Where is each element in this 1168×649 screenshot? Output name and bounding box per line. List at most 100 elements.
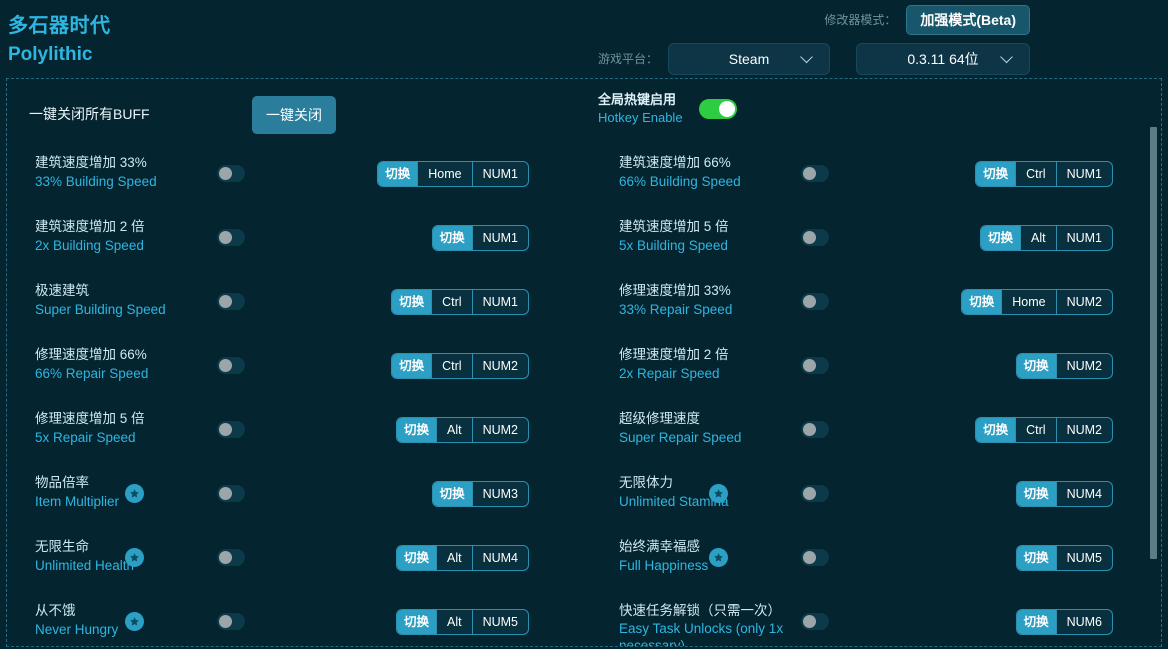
hotkey-action-label[interactable]: 切换	[976, 418, 1015, 442]
platform-select[interactable]: Steam	[668, 43, 830, 75]
cheat-item-toggle[interactable]	[217, 485, 245, 502]
cheat-item-hotkey[interactable]: 切换HomeNUM1	[377, 161, 529, 187]
cheat-item-label-en: 2x Building Speed	[35, 236, 145, 255]
cheat-item-hotkey[interactable]: 切换CtrlNUM2	[391, 353, 529, 379]
hotkey-segment[interactable]: Alt	[436, 418, 472, 442]
cheat-item-toggle[interactable]	[217, 421, 245, 438]
hotkey-segment[interactable]: NUM1	[472, 162, 528, 186]
cheat-item-toggle[interactable]	[217, 165, 245, 182]
hotkey-segment[interactable]: NUM2	[472, 354, 528, 378]
hotkey-action-label[interactable]: 切换	[397, 546, 436, 570]
cheat-item-hotkey[interactable]: 切换NUM3	[432, 481, 529, 507]
cheat-item-hotkey[interactable]: 切换AltNUM2	[396, 417, 529, 443]
cheat-item-hotkey[interactable]: 切换AltNUM1	[980, 225, 1113, 251]
star-badge-icon	[125, 484, 144, 503]
hotkey-segment[interactable]: NUM2	[1056, 418, 1112, 442]
cheat-item-label-cn: 超级修理速度	[619, 409, 741, 428]
cheat-item-hotkey[interactable]: 切换CtrlNUM2	[975, 417, 1113, 443]
cheat-item-hotkey[interactable]: 切换CtrlNUM1	[391, 289, 529, 315]
cheat-item-toggle[interactable]	[801, 613, 829, 630]
cheat-item-toggle[interactable]	[217, 229, 245, 246]
hotkey-segment[interactable]: Home	[1001, 290, 1055, 314]
platform-label: 游戏平台：	[598, 50, 658, 67]
hotkey-segment[interactable]: NUM2	[472, 418, 528, 442]
hotkey-action-label[interactable]: 切换	[1017, 354, 1056, 378]
hotkey-segment[interactable]: NUM4	[472, 546, 528, 570]
cheat-item-toggle[interactable]	[801, 229, 829, 246]
hotkey-segment[interactable]: Ctrl	[431, 290, 471, 314]
hotkey-segment[interactable]: Alt	[436, 546, 472, 570]
hotkey-action-label[interactable]: 切换	[433, 226, 472, 250]
cheat-item-hotkey[interactable]: 切换NUM5	[1016, 545, 1113, 571]
hotkey-segment[interactable]: NUM6	[1056, 610, 1112, 634]
platform-row: 游戏平台： Steam 0.3.11 64位	[550, 39, 1030, 78]
hotkey-segment[interactable]: NUM5	[472, 610, 528, 634]
hotkey-enable-toggle[interactable]	[699, 99, 737, 119]
cheat-item-hotkey[interactable]: 切换NUM4	[1016, 481, 1113, 507]
cheat-item: 建筑速度增加 5 倍5x Building Speed切换AltNUM1	[591, 207, 1161, 271]
hotkey-segment[interactable]: Ctrl	[1015, 162, 1055, 186]
hotkey-segment[interactable]: NUM2	[1056, 290, 1112, 314]
cheat-item-hotkey[interactable]: 切换CtrlNUM1	[975, 161, 1113, 187]
hotkey-segment[interactable]: NUM5	[1056, 546, 1112, 570]
vertical-scrollbar[interactable]	[1150, 127, 1157, 559]
cheat-item-toggle[interactable]	[217, 357, 245, 374]
cheat-item-toggle[interactable]	[801, 485, 829, 502]
cheat-item-hotkey[interactable]: 切换NUM6	[1016, 609, 1113, 635]
hotkey-segment[interactable]: NUM3	[472, 482, 528, 506]
cheat-item-label-cn: 快速任务解锁（只需一次）	[619, 601, 819, 620]
cheat-item-hotkey[interactable]: 切换HomeNUM2	[961, 289, 1113, 315]
all-off-button[interactable]: 一键关闭	[252, 96, 336, 134]
hotkey-segment[interactable]: NUM2	[1056, 354, 1112, 378]
version-select[interactable]: 0.3.11 64位	[856, 43, 1030, 75]
hotkey-action-label[interactable]: 切换	[976, 162, 1015, 186]
cheat-item-label-en: 66% Repair Speed	[35, 364, 148, 383]
cheat-item-labels: 修理速度增加 5 倍5x Repair Speed	[35, 409, 145, 447]
hotkey-segment[interactable]: NUM4	[1056, 482, 1112, 506]
hotkey-action-label[interactable]: 切换	[981, 226, 1020, 250]
cheat-item: 修理速度增加 2 倍2x Repair Speed 切换NUM2	[591, 335, 1161, 399]
mode-button[interactable]: 加强模式(Beta)	[906, 5, 1030, 35]
cheat-item-toggle[interactable]	[217, 613, 245, 630]
hotkey-action-label[interactable]: 切换	[392, 290, 431, 314]
cheat-item-labels: 从不饿Never Hungry	[35, 601, 118, 639]
hotkey-action-label[interactable]: 切换	[397, 610, 436, 634]
cheat-item-label-en: 5x Building Speed	[619, 236, 729, 255]
hotkey-action-label[interactable]: 切换	[392, 354, 431, 378]
cheat-item-toggle[interactable]	[217, 293, 245, 310]
cheat-item: 修理速度增加 33%33% Repair Speed切换HomeNUM2	[591, 271, 1161, 335]
hotkey-segment[interactable]: NUM1	[472, 226, 528, 250]
cheat-item-labels: 修理速度增加 2 倍2x Repair Speed	[619, 345, 729, 383]
hotkey-action-label[interactable]: 切换	[397, 418, 436, 442]
hotkey-action-label[interactable]: 切换	[1017, 546, 1056, 570]
cheat-item-toggle[interactable]	[801, 421, 829, 438]
cheat-item-toggle[interactable]	[801, 293, 829, 310]
hotkey-segment[interactable]: NUM1	[1056, 226, 1112, 250]
page-title-cn: 多石器时代	[8, 12, 111, 40]
cheat-item-toggle[interactable]	[801, 549, 829, 566]
hotkey-action-label[interactable]: 切换	[1017, 610, 1056, 634]
hotkey-segment[interactable]: Ctrl	[1015, 418, 1055, 442]
hotkey-segment[interactable]: NUM1	[1056, 162, 1112, 186]
cheat-item-hotkey[interactable]: 切换AltNUM5	[396, 609, 529, 635]
hotkey-segment[interactable]: NUM1	[472, 290, 528, 314]
cheat-item-hotkey[interactable]: 切换NUM1	[432, 225, 529, 251]
cheat-item-toggle[interactable]	[801, 357, 829, 374]
cheat-item-hotkey[interactable]: 切换NUM2	[1016, 353, 1113, 379]
cheat-item-toggle[interactable]	[217, 549, 245, 566]
hotkey-action-label[interactable]: 切换	[962, 290, 1001, 314]
hotkey-segment[interactable]: Ctrl	[431, 354, 471, 378]
cheat-item-toggle[interactable]	[801, 165, 829, 182]
hotkey-segment[interactable]: Home	[417, 162, 471, 186]
cheat-item-label-cn: 无限生命	[35, 537, 134, 556]
hotkey-segment[interactable]: Alt	[436, 610, 472, 634]
cheat-item-labels: 建筑速度增加 66%66% Building Speed	[619, 153, 741, 191]
hotkey-segment[interactable]: Alt	[1020, 226, 1056, 250]
hotkey-enable-label-cn: 全局热键启用	[598, 91, 683, 109]
hotkey-action-label[interactable]: 切换	[378, 162, 417, 186]
hotkey-action-label[interactable]: 切换	[433, 482, 472, 506]
hotkey-action-label[interactable]: 切换	[1017, 482, 1056, 506]
trainer-window: 多石器时代 Polylithic 修改器模式： 加强模式(Beta) 游戏平台：…	[0, 0, 1168, 649]
cheat-item-hotkey[interactable]: 切换AltNUM4	[396, 545, 529, 571]
mode-row: 修改器模式： 加强模式(Beta)	[550, 0, 1030, 39]
